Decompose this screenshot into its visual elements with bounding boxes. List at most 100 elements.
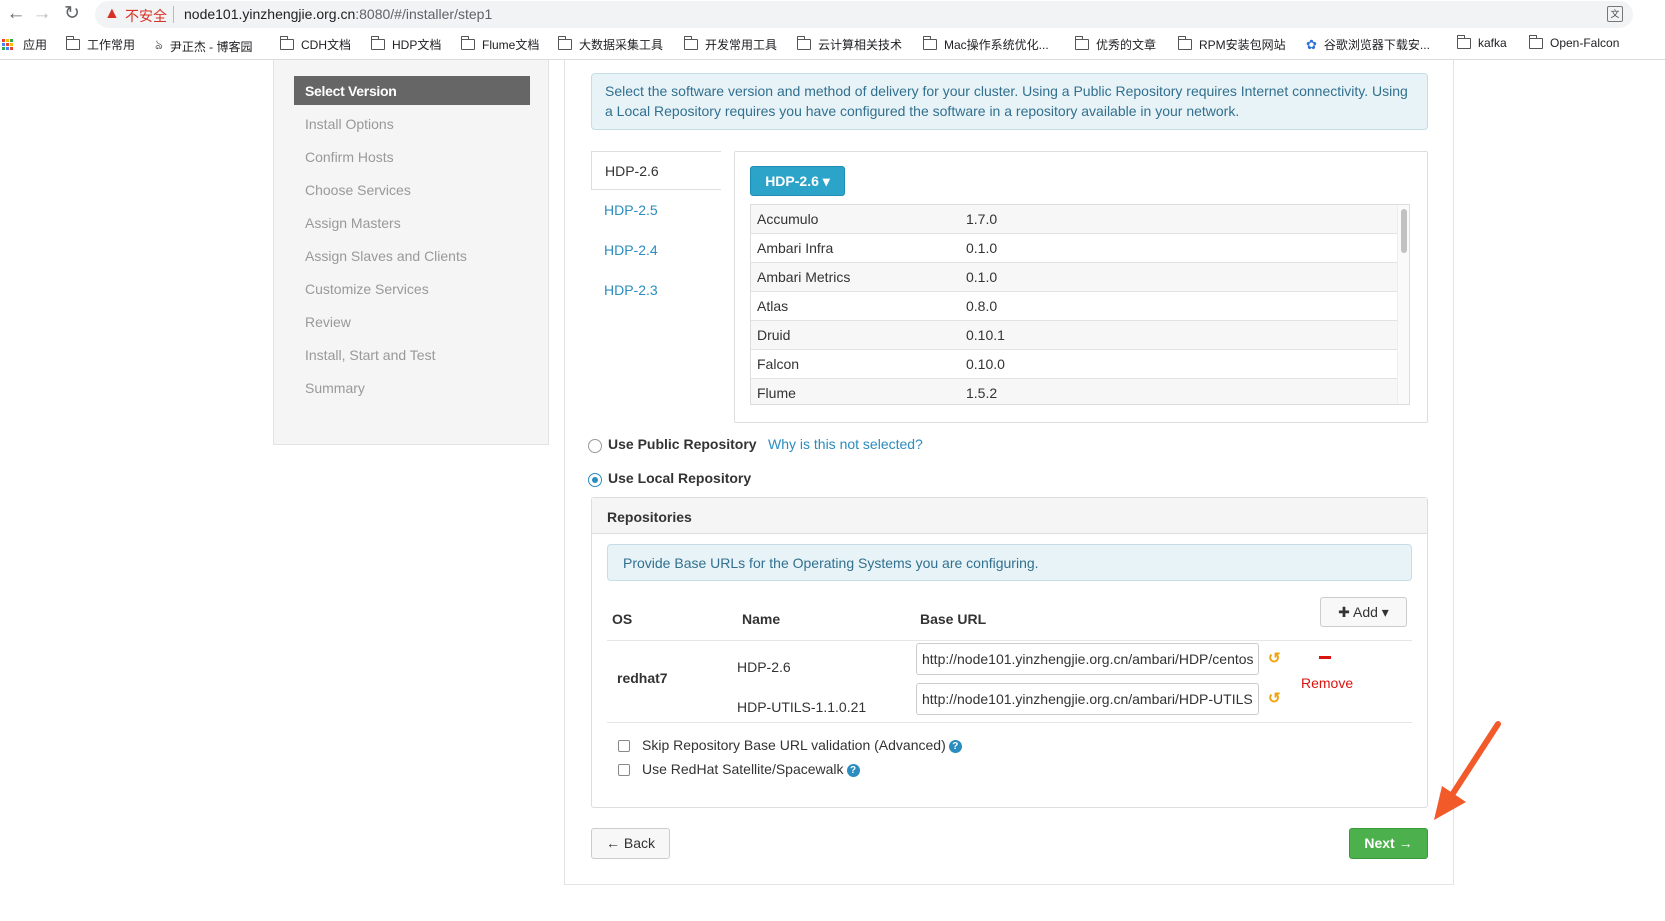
- service-name: Flume: [757, 385, 796, 401]
- back-button[interactable]: ← Back: [591, 828, 670, 859]
- undo-icon[interactable]: ↺: [1268, 689, 1281, 707]
- next-button[interactable]: Next →: [1349, 828, 1428, 859]
- bookmark-item[interactable]: Open-Falcon: [1528, 34, 1619, 50]
- bookmark-label: 尹正杰 - 博客园: [169, 40, 253, 54]
- version-tab[interactable]: HDP-2.4: [591, 231, 721, 270]
- bookmark-label: Flume文档: [482, 38, 540, 52]
- bookmark-item[interactable]: 开发常用工具: [683, 36, 778, 53]
- help-icon[interactable]: ?: [846, 764, 860, 777]
- version-tab[interactable]: HDP-2.6: [591, 151, 721, 190]
- folder-icon: [1074, 36, 1089, 50]
- url-text[interactable]: node101.yinzhengjie.org.cn:8080/#/instal…: [184, 6, 492, 22]
- repo-name-hdp: HDP-2.6: [737, 659, 791, 675]
- stack-row: Ambari Metrics 0.1.0: [751, 263, 1399, 292]
- blog-icon: ঌ: [155, 37, 163, 52]
- service-name: Druid: [757, 327, 791, 343]
- table-divider: [607, 722, 1412, 723]
- folder-icon: [922, 36, 937, 50]
- bookmarks-bar: 应用 工作常用 ঌ 尹正杰 - 博客园 CDH文档 HDP文档 Flume文档 大数据采集工具…: [0, 30, 1665, 60]
- version-info-alert: Select the software version and method o…: [591, 73, 1428, 130]
- wizard-step-item[interactable]: Assign Slaves and Clients: [294, 241, 530, 270]
- skip-validation-checkbox[interactable]: [618, 740, 630, 752]
- wizard-step-item[interactable]: Install, Start and Test: [294, 340, 530, 369]
- bookmark-label: 开发常用工具: [705, 38, 778, 52]
- back-arrow-icon[interactable]: ←: [4, 2, 28, 26]
- service-name: Ambari Infra: [757, 240, 834, 256]
- bookmark-item[interactable]: CDH文档: [279, 36, 351, 53]
- bookmark-item[interactable]: 优秀的文章: [1074, 36, 1156, 53]
- satellite-checkbox[interactable]: [618, 764, 630, 776]
- bookmark-label: HDP文档: [392, 38, 442, 52]
- folder-icon: [557, 36, 572, 50]
- minus-icon[interactable]: [1319, 656, 1331, 659]
- hdp-utils-base-url-input[interactable]: [916, 683, 1259, 715]
- undo-icon[interactable]: ↺: [1268, 649, 1281, 667]
- wizard-step-item[interactable]: Choose Services: [294, 175, 530, 204]
- folder-icon: [1177, 36, 1192, 50]
- wizard-step-item[interactable]: Confirm Hosts: [294, 142, 530, 171]
- hdp-base-url-input[interactable]: [916, 643, 1259, 675]
- wizard-step-item[interactable]: Customize Services: [294, 274, 530, 303]
- bookmark-item[interactable]: 大数据采集工具: [557, 36, 663, 53]
- bookmark-item[interactable]: 应用: [2, 36, 47, 53]
- add-os-button[interactable]: ✚ Add ▾: [1320, 597, 1407, 627]
- version-tab[interactable]: HDP-2.5: [591, 191, 721, 230]
- version-tab[interactable]: HDP-2.3: [591, 271, 721, 310]
- translate-icon[interactable]: 文: [1607, 6, 1623, 22]
- service-version: 0.1.0: [966, 269, 998, 285]
- bookmark-label: CDH文档: [301, 38, 351, 52]
- table-divider: [607, 640, 1412, 641]
- scrollbar-thumb[interactable]: [1401, 209, 1407, 253]
- url-host: node101.yinzhengjie.org.cn: [184, 6, 356, 22]
- why-not-selected-link[interactable]: Why is this not selected?: [768, 436, 923, 452]
- bookmark-label: 谷歌浏览器下载安...: [1323, 38, 1430, 52]
- address-bar[interactable]: ▲ 不安全 node101.yinzhengjie.org.cn:8080/#/…: [95, 1, 1633, 28]
- bookmark-item[interactable]: ঌ 尹正杰 - 博客园: [155, 36, 253, 57]
- wizard-step-item[interactable]: Summary: [294, 373, 530, 402]
- repositories-title: Repositories: [592, 498, 1427, 534]
- satellite-text: Use RedHat Satellite/Spacewalk: [642, 761, 844, 777]
- wizard-step-item[interactable]: Assign Masters: [294, 208, 530, 237]
- bookmark-item[interactable]: kafka: [1456, 34, 1507, 50]
- warning-icon: ▲: [104, 5, 120, 22]
- bookmark-item[interactable]: Flume文档: [460, 36, 540, 53]
- wizard-sidebar: Select Version Install Options Confirm Hos…: [273, 60, 549, 445]
- wizard-step-item[interactable]: Install Options: [294, 109, 530, 138]
- wizard-step-item[interactable]: Select Version: [294, 76, 530, 105]
- local-repo-radio[interactable]: [588, 473, 602, 487]
- bookmark-item[interactable]: 工作常用: [65, 36, 136, 53]
- wizard-step-item[interactable]: Review: [294, 307, 530, 336]
- service-version: 0.10.1: [966, 327, 1005, 343]
- bookmark-label: RPM安装包网站: [1199, 38, 1286, 52]
- local-repo-label[interactable]: Use Local Repository: [608, 470, 751, 486]
- bookmark-item[interactable]: RPM安装包网站: [1177, 36, 1286, 53]
- bookmark-item[interactable]: Mac操作系统优化...: [922, 36, 1049, 53]
- bookmark-item[interactable]: HDP文档: [370, 36, 442, 53]
- repositories-info-alert: Provide Base URLs for the Operating Syst…: [607, 544, 1412, 581]
- reload-icon[interactable]: ↻: [60, 2, 84, 26]
- forward-arrow-icon[interactable]: →: [30, 2, 54, 26]
- bookmark-item[interactable]: ✿ 谷歌浏览器下载安...: [1306, 36, 1430, 53]
- skip-validation-label[interactable]: Skip Repository Base URL validation (Adv…: [642, 737, 962, 753]
- base-url-column-header: Base URL: [920, 611, 987, 627]
- public-repo-label[interactable]: Use Public Repository: [608, 436, 757, 452]
- insecure-label: 不安全: [125, 8, 167, 24]
- service-name: Atlas: [757, 298, 789, 314]
- bookmark-label: 应用: [23, 38, 48, 52]
- satellite-label[interactable]: Use RedHat Satellite/Spacewalk?: [642, 761, 860, 777]
- service-version: 0.1.0: [966, 240, 998, 256]
- bookmark-label: 工作常用: [87, 38, 136, 52]
- bookmark-item[interactable]: 云计算相关技术: [796, 36, 902, 53]
- os-column-header: OS: [612, 611, 633, 627]
- help-icon[interactable]: ?: [948, 740, 962, 753]
- service-name: Falcon: [757, 356, 800, 372]
- name-column-header: Name: [742, 611, 781, 627]
- folder-icon: [279, 36, 294, 50]
- stack-scrollbar[interactable]: [1397, 205, 1409, 404]
- wizard-main-panel: Select the software version and method o…: [564, 60, 1454, 885]
- skip-validation-text: Skip Repository Base URL validation (Adv…: [642, 737, 946, 753]
- version-dropdown[interactable]: HDP-2.6 ▾: [750, 166, 845, 196]
- remove-os-button[interactable]: Remove: [1301, 675, 1353, 691]
- address-divider: [173, 6, 174, 23]
- public-repo-radio[interactable]: [588, 439, 602, 453]
